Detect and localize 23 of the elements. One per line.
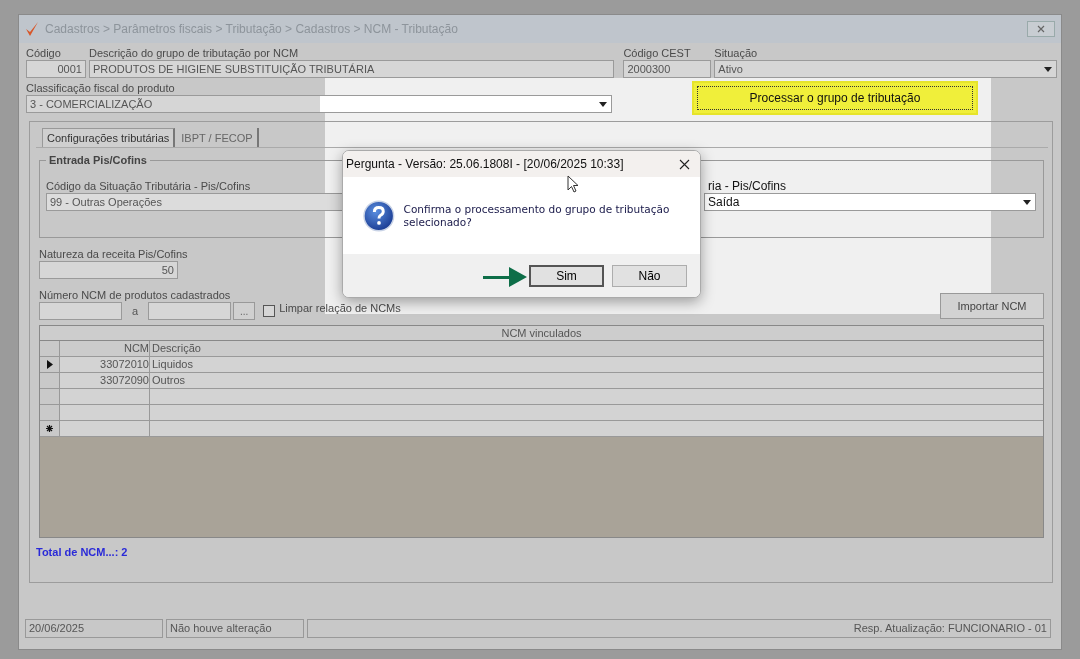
status-user: Resp. Atualização: FUNCIONARIO - 01	[307, 619, 1051, 638]
dialog-message: Confirma o processamento do grupo de tributação selecionado?	[403, 202, 671, 229]
table-cell: Outros	[150, 373, 1043, 388]
table-cell: 33072090	[60, 373, 150, 388]
checkbox-label: Limpar relação de NCMs	[279, 302, 401, 315]
field-label: ria - Pis/Cofins	[708, 180, 787, 193]
grid-title: NCM vinculados	[40, 326, 1043, 341]
field-label: Natureza da receita Pis/Cofins	[39, 248, 188, 261]
field-label: Código	[26, 47, 61, 60]
table-cell: Liquidos	[150, 357, 1043, 372]
total-label: Total de NCM...: 2	[36, 546, 129, 558]
table-cell: 33072010	[60, 357, 150, 372]
status-message: Não houve alteração	[166, 619, 304, 638]
field-label: Número NCM de produtos cadastrados	[39, 289, 231, 302]
range-separator: a	[132, 305, 139, 317]
dialog-title: Pergunta - Versão: 25.06.1808I - [20/06/2025 10:33]	[346, 157, 624, 171]
field-label: Código da Situação Tributária - Pis/Cofins	[46, 180, 251, 193]
field-label: Classificação fiscal do produto	[26, 82, 175, 95]
field-label: Situação	[714, 47, 758, 60]
group-title: Entrada Pis/Cofins	[48, 154, 148, 166]
field-label: Código CEST	[623, 47, 691, 60]
field-label: Descrição do grupo de tributação por NCM	[88, 47, 299, 60]
status-date: 20/06/2025	[25, 619, 163, 638]
